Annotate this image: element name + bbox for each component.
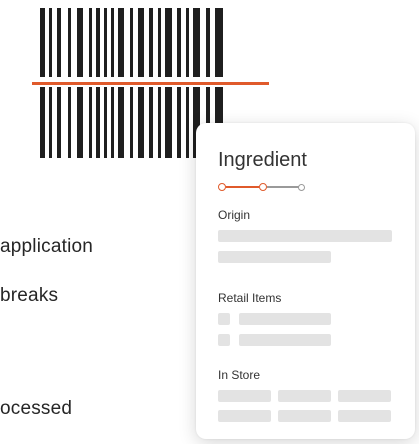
origin-section: Origin <box>218 208 393 263</box>
progress-stepper <box>218 180 308 194</box>
stepper-step-1[interactable] <box>218 183 226 191</box>
card-title: Ingredient <box>218 149 307 171</box>
background-text-processed: ocessed <box>0 398 73 419</box>
stepper-segment-complete <box>226 186 259 188</box>
ingredient-card: Ingredient Origin Retail Items In Store <box>196 123 415 439</box>
skeleton-cell <box>278 390 331 402</box>
skeleton-cell <box>218 410 271 422</box>
retail-label: Retail Items <box>218 291 282 305</box>
skeleton-line <box>239 313 331 325</box>
store-section: In Store <box>218 368 393 422</box>
skeleton-checkbox <box>218 313 230 325</box>
retail-placeholder-row <box>218 334 393 346</box>
skeleton-line <box>218 230 392 242</box>
retail-section: Retail Items <box>218 291 393 346</box>
skeleton-line <box>239 334 331 346</box>
scan-line <box>32 82 269 85</box>
store-label: In Store <box>218 368 261 382</box>
skeleton-cell <box>338 390 391 402</box>
skeleton-cell <box>218 390 271 402</box>
skeleton-cell <box>278 410 331 422</box>
retail-placeholder-row <box>218 313 393 325</box>
skeleton-cell <box>338 410 391 422</box>
skeleton-line <box>218 251 331 263</box>
origin-placeholder <box>218 230 393 263</box>
store-placeholder-grid <box>218 390 393 422</box>
stepper-step-3[interactable] <box>298 183 305 191</box>
background-text-breaks: breaks <box>0 285 59 306</box>
stepper-step-2[interactable] <box>259 183 267 191</box>
background-text-application: application <box>0 236 94 257</box>
skeleton-checkbox <box>218 334 230 346</box>
origin-label: Origin <box>218 208 251 222</box>
stepper-segment-pending <box>267 186 299 188</box>
